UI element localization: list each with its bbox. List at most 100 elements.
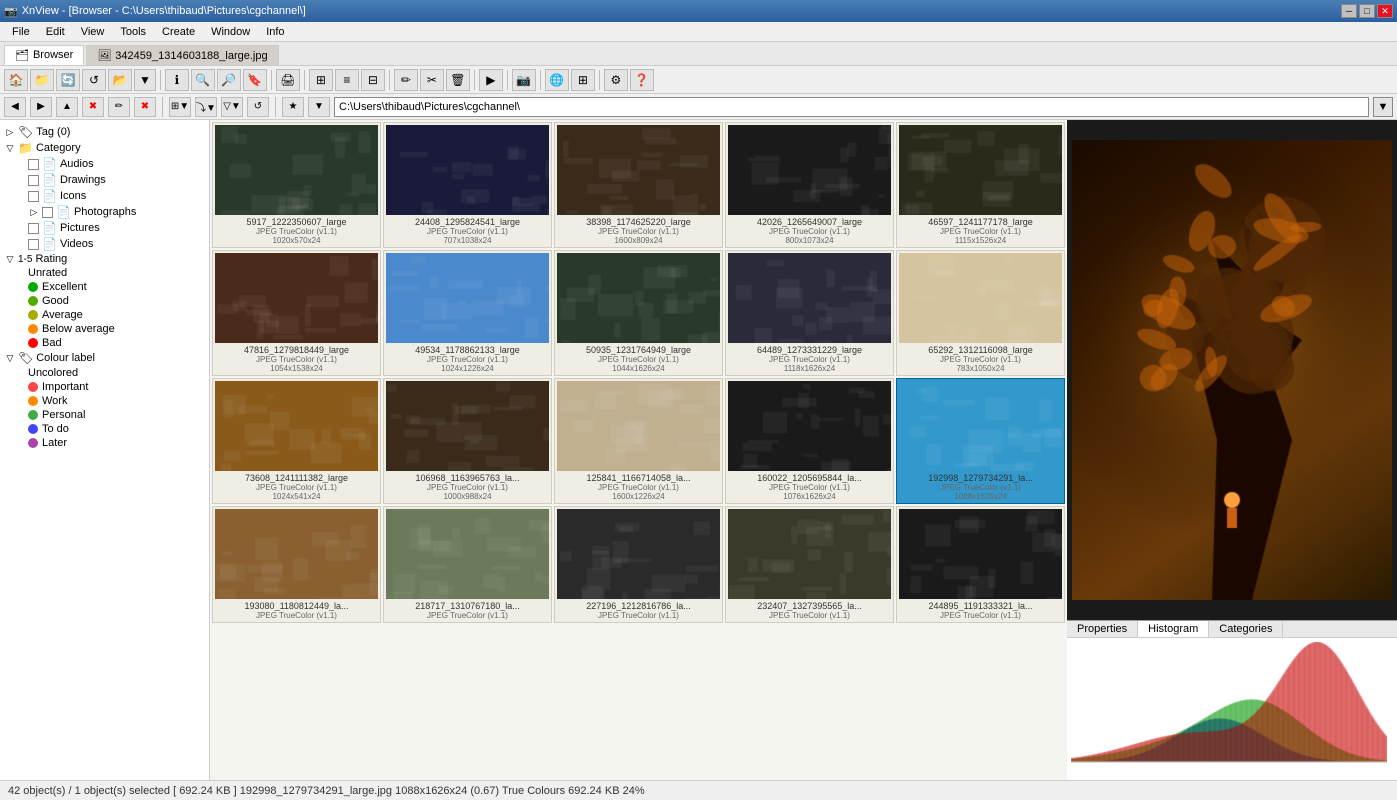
settings-button[interactable]: ⚙ — [604, 69, 628, 91]
menu-tools[interactable]: Tools — [112, 24, 154, 40]
file-item[interactable]: 106968_1163965763_la...JPEG TrueColor (v… — [383, 378, 552, 504]
sidebar-item-later[interactable]: Later — [0, 436, 209, 450]
nav-up-button[interactable]: ▲ — [56, 97, 78, 117]
pictures-checkbox[interactable] — [28, 223, 39, 234]
tab-image[interactable]: 🖼 342459_1314603188_large.jpg — [86, 45, 278, 65]
address-input[interactable] — [334, 97, 1369, 117]
menu-view[interactable]: View — [73, 24, 113, 40]
file-item[interactable]: 64489_1273331229_largeJPEG TrueColor (v1… — [725, 250, 894, 376]
file-item[interactable]: 47816_1279818449_largeJPEG TrueColor (v1… — [212, 250, 381, 376]
sidebar-item-photographs[interactable]: ▷ 📄 Photographs — [0, 204, 209, 220]
videos-checkbox[interactable] — [28, 239, 39, 250]
refresh2-button[interactable]: ↺ — [82, 69, 106, 91]
bookmark-button[interactable]: 🔖 — [243, 69, 267, 91]
view3-button[interactable]: ⊟ — [361, 69, 385, 91]
help-button[interactable]: ❓ — [630, 69, 654, 91]
menu-file[interactable]: File — [4, 24, 38, 40]
sidebar-item-colour[interactable]: ▽ 🏷 Colour label — [0, 350, 209, 366]
view-mode-button[interactable]: ⊞▼ — [169, 97, 191, 117]
file-area[interactable]: 5917_1222350607_largeJPEG TrueColor (v1.… — [210, 120, 1067, 780]
view1-button[interactable]: ⊞ — [309, 69, 333, 91]
photographs-checkbox[interactable] — [42, 207, 53, 218]
star-button[interactable]: ★ — [282, 97, 304, 117]
sidebar-item-videos[interactable]: 📄 Videos — [0, 236, 209, 252]
sidebar-item-important[interactable]: Important — [0, 380, 209, 394]
folder-button[interactable]: 📁 — [30, 69, 54, 91]
sidebar-item-drawings[interactable]: 📄 Drawings — [0, 172, 209, 188]
close-button[interactable]: ✕ — [1377, 4, 1393, 18]
star-dd-button[interactable]: ▼ — [308, 97, 330, 117]
minimize-button[interactable]: ─ — [1341, 4, 1357, 18]
nav-home-button[interactable]: ✖ — [82, 97, 104, 117]
file-item[interactable]: 244895_1191333321_la...JPEG TrueColor (v… — [896, 506, 1065, 623]
menu-window[interactable]: Window — [203, 24, 258, 40]
folder-open-button[interactable]: 📂 — [108, 69, 132, 91]
sidebar-item-rating[interactable]: ▽ 1-5 Rating — [0, 252, 209, 266]
titlebar-controls[interactable]: ─ □ ✕ — [1341, 4, 1393, 18]
file-item[interactable]: 42026_1265649007_largeJPEG TrueColor (v1… — [725, 122, 894, 248]
file-item[interactable]: 46597_1241177178_largeJPEG TrueColor (v1… — [896, 122, 1065, 248]
nav-back-button[interactable]: ◀ — [4, 97, 26, 117]
tool2-button[interactable]: ✂ — [420, 69, 444, 91]
tab-browser[interactable]: 🗂 Browser — [4, 45, 84, 65]
sidebar-item-audios[interactable]: 📄 Audios — [0, 156, 209, 172]
info-button[interactable]: ℹ — [165, 69, 189, 91]
tool3-button[interactable]: 🗑 — [446, 69, 470, 91]
file-item[interactable]: 38398_1174625220_largeJPEG TrueColor (v1… — [554, 122, 723, 248]
file-item[interactable]: 160022_1205695844_la...JPEG TrueColor (v… — [725, 378, 894, 504]
home-button[interactable]: 🏠 — [4, 69, 28, 91]
addr-dropdown-button[interactable]: ▼ — [1373, 97, 1393, 117]
file-item[interactable]: 125841_1166714058_la...JPEG TrueColor (v… — [554, 378, 723, 504]
nav-forward-button[interactable]: ▶ — [30, 97, 52, 117]
sidebar-item-category[interactable]: ▽ 📁 Category — [0, 140, 209, 156]
web-button[interactable]: 🌐 — [545, 69, 569, 91]
slideshow-button[interactable]: ▶ — [479, 69, 503, 91]
print-button[interactable]: 🖨 — [276, 69, 300, 91]
refresh-nav-button[interactable]: ↺ — [247, 97, 269, 117]
sidebar-item-average[interactable]: Average — [0, 308, 209, 322]
sidebar-item-icons[interactable]: 📄 Icons — [0, 188, 209, 204]
file-item[interactable]: 227196_1212816786_la...JPEG TrueColor (v… — [554, 506, 723, 623]
drawings-checkbox[interactable] — [28, 175, 39, 186]
sidebar-item-below-average[interactable]: Below average — [0, 322, 209, 336]
menu-info[interactable]: Info — [258, 24, 292, 40]
refresh-button[interactable]: 🔄 — [56, 69, 80, 91]
menu-create[interactable]: Create — [154, 24, 203, 40]
maximize-button[interactable]: □ — [1359, 4, 1375, 18]
sidebar-item-excellent[interactable]: Excellent — [0, 280, 209, 294]
file-item[interactable]: 49534_1178862133_largeJPEG TrueColor (v1… — [383, 250, 552, 376]
tag-expand-icon[interactable]: ▷ — [4, 126, 16, 138]
file-item[interactable]: 232407_1327395565_la...JPEG TrueColor (v… — [725, 506, 894, 623]
colour-expand-icon[interactable]: ▽ — [4, 352, 16, 364]
nav-edit-button[interactable]: ✏ — [108, 97, 130, 117]
icons-checkbox[interactable] — [28, 191, 39, 202]
file-item[interactable]: 73608_1241111382_largeJPEG TrueColor (v1… — [212, 378, 381, 504]
view2-button[interactable]: ≡ — [335, 69, 359, 91]
tab-histogram[interactable]: Histogram — [1138, 621, 1209, 637]
file-item[interactable]: 5917_1222350607_largeJPEG TrueColor (v1.… — [212, 122, 381, 248]
tab-properties[interactable]: Properties — [1067, 621, 1138, 637]
file-item[interactable]: 65292_1312116098_largeJPEG TrueColor (v1… — [896, 250, 1065, 376]
file-item[interactable]: 50935_1231764949_largeJPEG TrueColor (v1… — [554, 250, 723, 376]
grid-button[interactable]: ⊞ — [571, 69, 595, 91]
category-expand-icon[interactable]: ▽ — [4, 142, 16, 154]
tab-categories[interactable]: Categories — [1209, 621, 1283, 637]
sidebar-item-good[interactable]: Good — [0, 294, 209, 308]
sidebar-item-tag[interactable]: ▷ 🏷 Tag (0) — [0, 124, 209, 140]
sidebar-item-pictures[interactable]: 📄 Pictures — [0, 220, 209, 236]
sidebar-item-bad[interactable]: Bad — [0, 336, 209, 350]
camera-button[interactable]: 📷 — [512, 69, 536, 91]
sidebar-item-work[interactable]: Work — [0, 394, 209, 408]
copy-mode-button[interactable]: ⤵▼ — [195, 97, 217, 117]
rating-expand-icon[interactable]: ▽ — [4, 253, 16, 265]
sidebar-item-todo[interactable]: To do — [0, 422, 209, 436]
file-item[interactable]: 218717_1310767180_la...JPEG TrueColor (v… — [383, 506, 552, 623]
file-item[interactable]: 24408_1295824541_largeJPEG TrueColor (v1… — [383, 122, 552, 248]
file-item[interactable]: 192998_1279734291_la...JPEG TrueColor (v… — [896, 378, 1065, 504]
nav-delete-button[interactable]: ✖ — [134, 97, 156, 117]
file-item[interactable]: 193080_1180812449_la...JPEG TrueColor (v… — [212, 506, 381, 623]
audios-checkbox[interactable] — [28, 159, 39, 170]
sidebar-item-personal[interactable]: Personal — [0, 408, 209, 422]
sidebar-item-uncolored[interactable]: Uncolored — [0, 366, 209, 380]
folder-dd-button[interactable]: ▼ — [134, 69, 156, 91]
